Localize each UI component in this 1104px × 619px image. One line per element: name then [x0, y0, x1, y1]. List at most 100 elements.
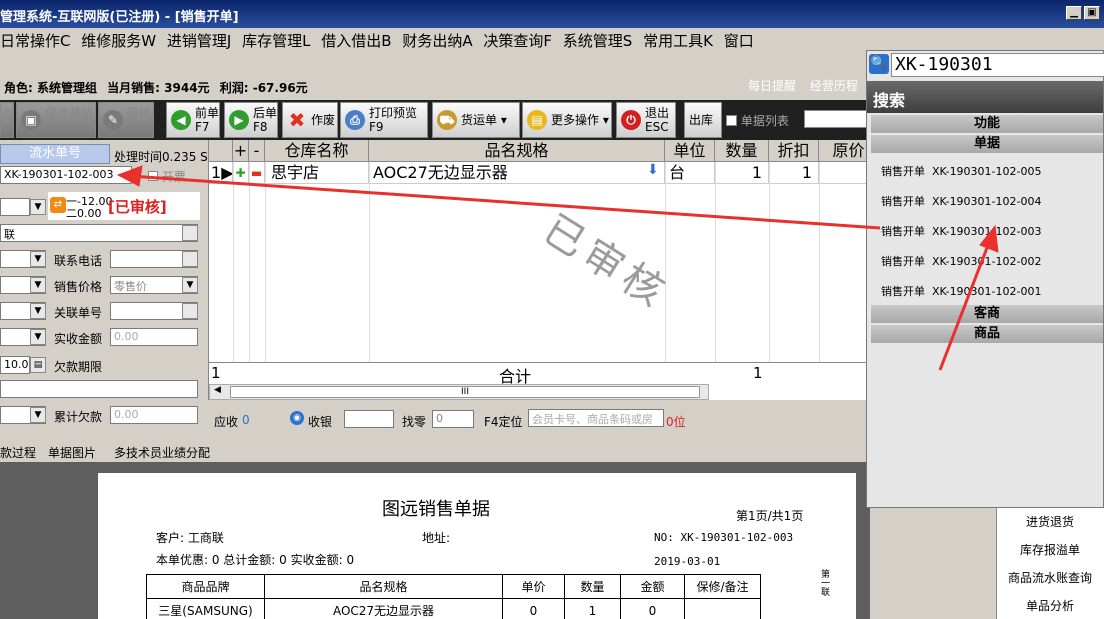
save-draft-button[interactable]: ▣ 保存草稿 [16, 102, 96, 138]
business-history-link[interactable]: 经营历程 [810, 79, 858, 93]
cell-qty[interactable]: 1 [715, 162, 769, 184]
cell-store[interactable]: 思宇店 [265, 162, 369, 184]
grid-header-discount: 折扣 [769, 140, 819, 162]
freight-button[interactable]: ⛟ 货运单 ▾ [432, 102, 520, 138]
arrow-right-icon: ▶ [229, 110, 249, 130]
due-stepper-icon[interactable]: ▤ [30, 357, 46, 373]
section-merchant[interactable]: 客商 [871, 305, 1103, 323]
customer-dropdown-icon[interactable]: ▼ [30, 199, 46, 215]
remark-field[interactable] [0, 380, 198, 398]
price-dropdown-icon[interactable]: ▼ [182, 277, 198, 293]
receipt-header-row: 商品品牌 品名规格 单价 数量 金额 保修/备注 [146, 574, 761, 599]
related-no-button[interactable] [182, 303, 198, 319]
position-label: 0位 [666, 415, 686, 429]
order-form: 流水单号 处理时间0.235 S XK-190301-102-003 开票 ▼ … [0, 140, 208, 430]
menu-daily[interactable]: 日常操作C [0, 28, 76, 51]
change-field[interactable]: 0 [432, 410, 474, 428]
arrow-down-icon[interactable]: ⬇ [647, 162, 659, 178]
print-preview-button[interactable]: ⎙ 打印预览 F9 [340, 102, 428, 138]
menu-system[interactable]: 系统管理S [563, 28, 639, 51]
next-button[interactable]: ▶ 后单 F8 [224, 102, 278, 138]
status-icon: ⇄ [50, 197, 66, 213]
payment-dropdown-icon[interactable]: ▼ [30, 303, 46, 319]
grid-header-rownum [209, 140, 233, 162]
audit-status-box: ⇄ 一-12.00 二0.00 [已审核] [48, 192, 200, 220]
tab-images[interactable]: 单据图片 [48, 444, 96, 461]
account-dropdown-icon[interactable]: ▼ [30, 329, 46, 345]
col-qty: 数量 [564, 574, 621, 599]
quick-link-overflow[interactable]: 库存报溢单 [996, 541, 1104, 558]
scroll-left-icon[interactable]: ◀ [214, 385, 221, 395]
cell-unit[interactable]: 台 [665, 162, 715, 184]
cell-discount[interactable]: 1 [769, 162, 819, 184]
add-row-icon[interactable]: ✚ [233, 162, 249, 184]
contact-dropdown-icon[interactable]: ▼ [30, 251, 46, 267]
tab-process[interactable]: 款过程 [0, 444, 36, 461]
menu-borrow[interactable]: 借入借出B [321, 28, 397, 51]
menu-window[interactable]: 窗口 [724, 28, 760, 51]
audit-button[interactable]: ✎ 审核 [98, 102, 154, 138]
customer-field[interactable] [0, 198, 30, 216]
search-icon[interactable]: 🔍 [869, 54, 889, 74]
search-result-item[interactable]: 销售开单 XK-190301-102-005 [881, 163, 1041, 179]
menu-finance[interactable]: 财务出纳A [402, 28, 478, 51]
salesman-dropdown-icon[interactable]: ▼ [30, 277, 46, 293]
invoice-checkbox[interactable] [148, 171, 158, 181]
customer-name-field[interactable]: 联 [0, 224, 198, 242]
receipt-summary: 本单优惠: 0 总计金额: 0 实收金额: 0 [156, 553, 355, 567]
toolbar-search-field[interactable] [804, 110, 868, 128]
menu-repair[interactable]: 维修服务W [81, 28, 162, 51]
menu-decision[interactable]: 决策查询F [483, 28, 558, 51]
menu-inventory[interactable]: 库存管理L [242, 28, 316, 51]
debt-field[interactable]: 0.00 [110, 406, 198, 424]
invoice-toggle[interactable]: 开票 [148, 168, 186, 185]
receipt-table: 商品品牌 品名规格 单价 数量 金额 保修/备注 三星(SAMSUNG) AOC… [146, 574, 761, 619]
search-input[interactable]: XK-190301 [891, 53, 1104, 77]
change-label: 找零 [402, 415, 427, 429]
phone-label: 联系电话 [54, 254, 103, 268]
cell-price[interactable] [819, 162, 866, 184]
col-unit-price: 单价 [502, 574, 565, 599]
tab-technician[interactable]: 多技术员业绩分配 [114, 444, 210, 461]
customer-name-button[interactable] [182, 225, 198, 241]
member-card-input[interactable]: 会员卡号、商品条码或房 [528, 409, 664, 427]
horizontal-scrollbar[interactable]: ◀ III [209, 384, 709, 400]
section-goods[interactable]: 商品 [871, 325, 1103, 343]
more-actions-button[interactable]: ▤ 更多操作 ▾ [522, 102, 612, 138]
exit-button[interactable]: ⏻ 退出 ESC [616, 102, 676, 138]
cell-amount: 0 [620, 598, 685, 619]
minimize-icon[interactable]: ▁ [1066, 6, 1082, 20]
doc-list-toggle[interactable]: 单据列表 [726, 112, 789, 129]
section-function[interactable]: 功能 [871, 115, 1103, 133]
daily-reminder-link[interactable]: 每日提醒 [748, 79, 796, 93]
phone-button[interactable] [182, 251, 198, 267]
search-result-item[interactable]: 销售开单 XK-190301-102-003 [881, 223, 1041, 239]
quick-link-analysis[interactable]: 单品分析 [996, 597, 1104, 614]
prev-button[interactable]: ◀ 前单 F7 [166, 102, 220, 138]
section-documents[interactable]: 单据 [871, 135, 1103, 153]
menu-purchase-sales[interactable]: 进销管理J [167, 28, 237, 51]
cell-product[interactable]: AOC27无边显示器 [369, 162, 665, 184]
totals-row: 1 合计 1 [209, 362, 866, 386]
doc-list-checkbox[interactable] [726, 115, 737, 126]
quick-link-return[interactable]: 进货退货 [996, 513, 1104, 530]
search-result-item[interactable]: 销售开单 XK-190301-102-004 [881, 193, 1041, 209]
remove-row-icon[interactable]: ▬ [249, 162, 265, 184]
search-result-item[interactable]: 销售开单 XK-190301-102-002 [881, 253, 1041, 269]
outstock-button[interactable]: 出库 [684, 102, 722, 138]
menu-tools[interactable]: 常用工具K [643, 28, 719, 51]
save-draft-label: 保存草稿 [45, 106, 94, 120]
due-days-field[interactable]: 10.00 [0, 356, 30, 374]
col-amount: 金额 [620, 574, 685, 599]
menu-bar: 日常操作C 维修服务W 进销管理J 库存管理L 借入借出B 财务出纳A 决策查询… [0, 28, 1104, 52]
paid-field[interactable]: 0.00 [110, 328, 198, 346]
void-button[interactable]: ✖ 作废 [282, 102, 338, 138]
search-result-item[interactable]: 销售开单 XK-190301-102-001 [881, 283, 1041, 299]
serial-number-field[interactable]: XK-190301-102-003 [0, 166, 132, 184]
collect-field[interactable] [344, 410, 394, 428]
operator-dropdown-icon[interactable]: ▼ [30, 407, 46, 423]
quick-link-ledger[interactable]: 商品流水账查询 [996, 569, 1104, 586]
scroll-thumb[interactable]: III [230, 386, 700, 398]
restore-icon[interactable]: ▣ [1084, 6, 1100, 20]
save-button[interactable]: 存 [0, 102, 14, 138]
